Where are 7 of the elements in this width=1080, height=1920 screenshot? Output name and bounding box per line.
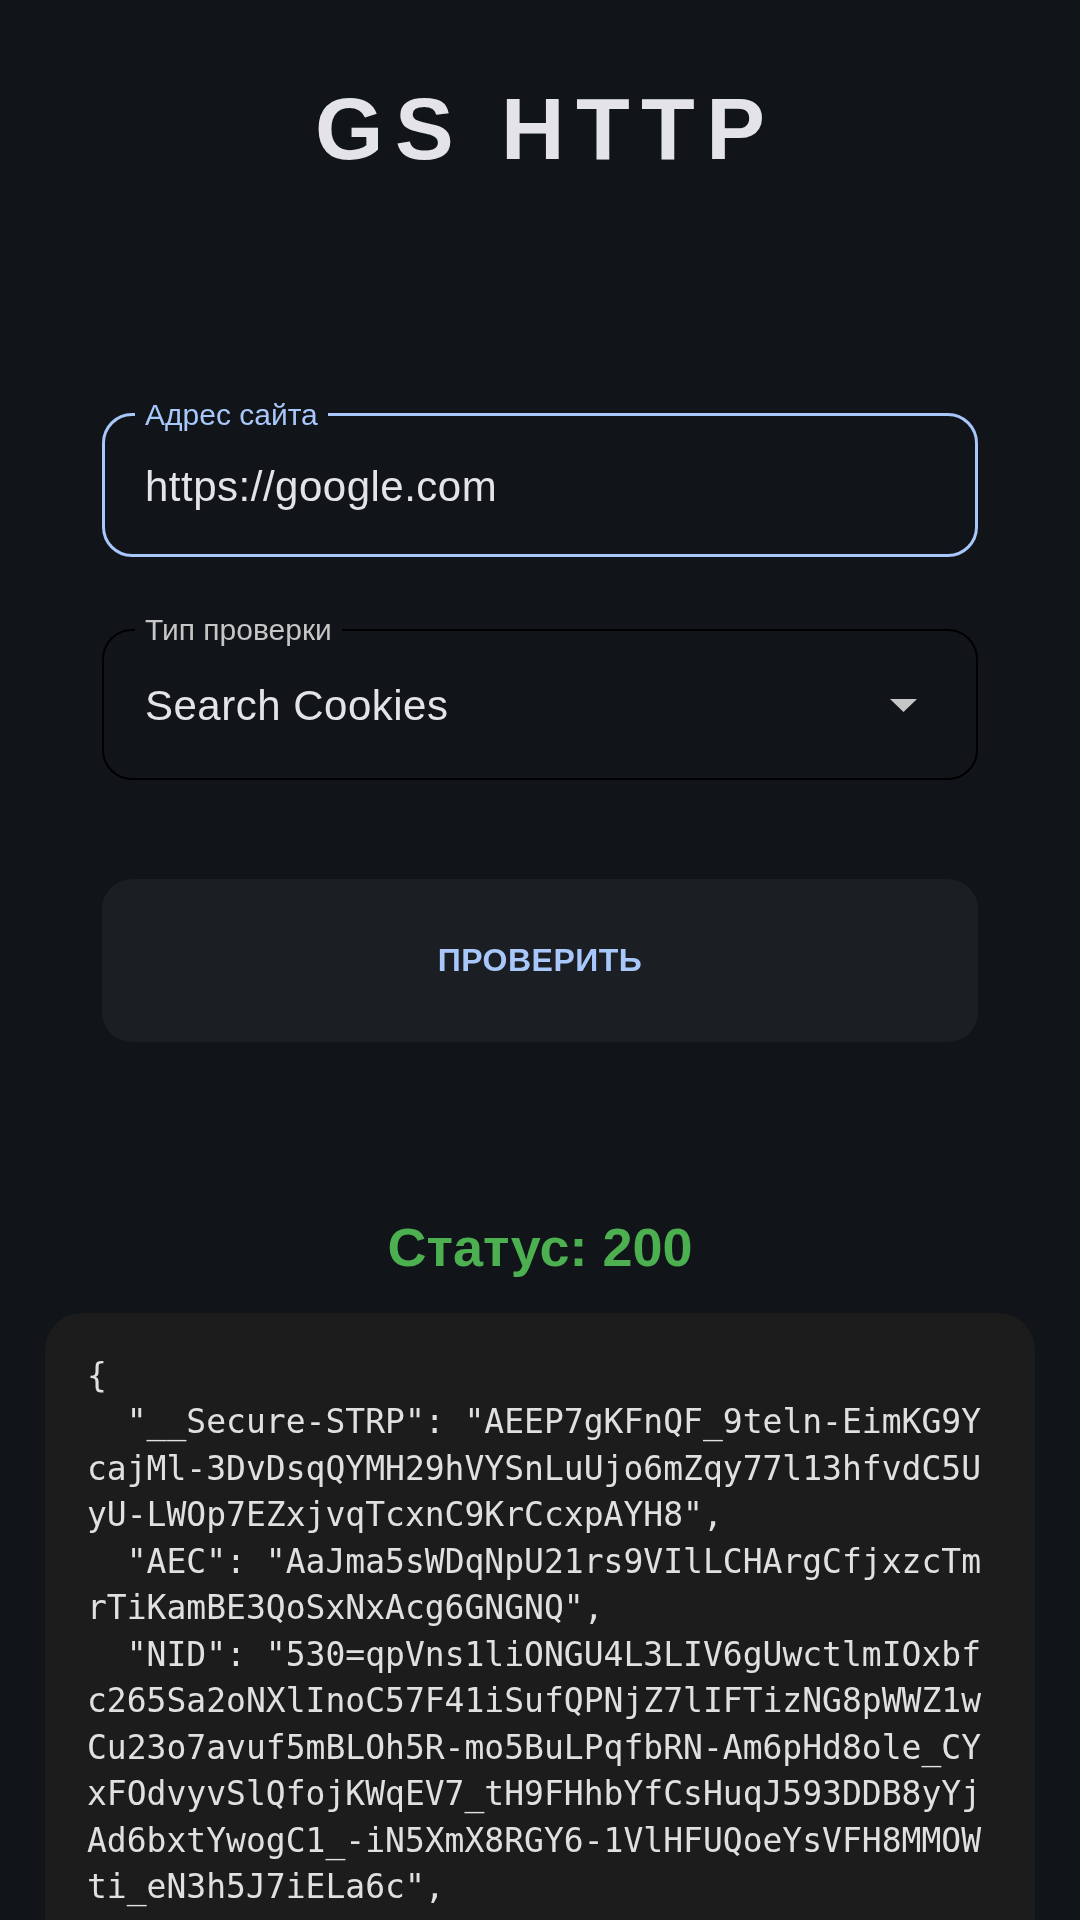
- field-label: Адрес сайта: [144, 396, 319, 433]
- status-text: Статус: 200: [387, 1215, 693, 1279]
- field-label: Тип проверки: [144, 611, 333, 648]
- check-button[interactable]: ПРОВЕРИТЬ: [102, 878, 978, 1042]
- response-json-text: { "__Secure-STRP": "AEEP7gKFnQF_9teln-EimKG9YcajMl-3DvDsqQYMH29hVYSnLuUjo6mZqy77l13hfvdC5UyU-LWOp7EZxjvqTcxnC9KrCcxpAYH8", "AEC": "AaJma5sWDqNpU21rs9VIlLCHArgCfjxzcTmrTiKamBE3QoSxNxAcg6GNGNQ", "NID": "530=qpVns1liONGU4L3LIV6gUwctlmIOxbfc265Sa2oNXlInoC57F41iSufQPNjZ7lIFTizNG8pWWZ1wCu23o7avuf5mBLOh5R-mo5BuLPqfbRN-Am6pHd8ole_CYxFOdvyvSlQfojKWqEV7_tH9FHhbYfCsHuqJ593DDB8yYjAd6bxtYwogC1_-iN5XmX8RGY6-1VlHFUQoeYsVFH8MMOWti_eN3h5J7iELa6c",: [87, 1354, 983, 1909]
- caret-icon: [890, 699, 917, 713]
- app-title: GS HTTP: [315, 78, 777, 180]
